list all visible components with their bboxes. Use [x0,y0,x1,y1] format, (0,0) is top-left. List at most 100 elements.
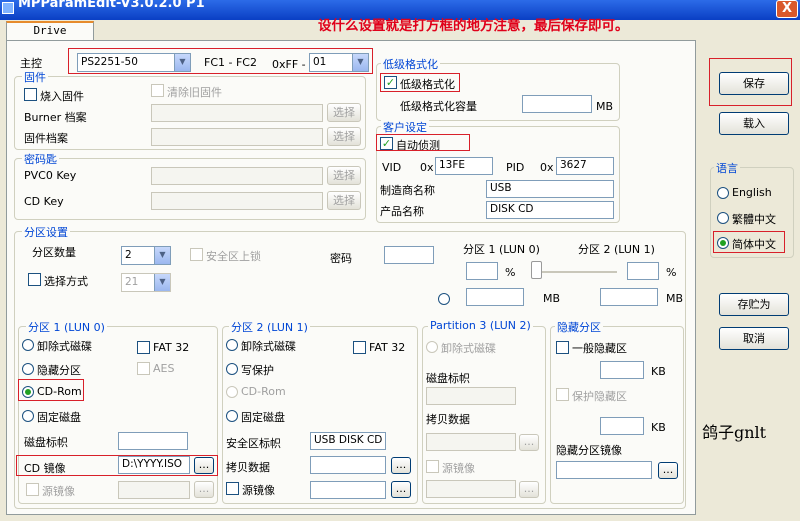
english-radio[interactable] [717,187,729,199]
p2-copy-label: 拷贝数据 [226,461,270,474]
p2-write-protect-label: 写保护 [241,364,274,377]
product-field[interactable]: DISK CD [486,201,614,219]
p1-removable-label: 卸除式磁碟 [37,340,92,353]
protect-hidden-size-field[interactable] [600,417,644,435]
firmware-file-label: 固件档案 [24,132,68,145]
lowformat-title: 低级格式化 [381,56,440,72]
traditional-chinese-radio[interactable] [717,212,729,224]
p2-security-field[interactable]: USB DISK CD [310,432,386,450]
p2-cdrom-radio[interactable] [226,386,238,398]
app-icon [2,2,14,14]
p2-fat32-checkbox[interactable] [353,341,366,354]
lowformat-capacity-field[interactable] [522,95,592,113]
firmware-select-button[interactable]: 选择 [327,127,361,146]
size-mb-radio[interactable] [438,293,450,305]
method-select[interactable]: 21 ▼ [121,273,171,292]
hidden-image-browse-button[interactable]: ... [658,462,678,479]
general-hidden-size-field[interactable] [600,361,644,379]
p3-source-browse-button[interactable]: ... [519,481,539,498]
hidden-image-field[interactable] [556,461,652,479]
highlight-cd-image [16,455,218,476]
select-method-checkbox[interactable] [28,273,41,286]
burner-file-label: Burner 档案 [24,111,87,124]
tab-drive-setting[interactable]: Drive Setting [6,21,94,53]
p1-removable-radio[interactable] [22,339,34,351]
p2-cdrom-label: CD-Rom [241,385,286,398]
pvc-key-field[interactable] [151,167,323,185]
lun0-mb-unit: MB [543,292,561,305]
cd-key-field[interactable] [151,192,323,210]
cd-select-button[interactable]: 选择 [327,191,361,210]
p2-source-browse-button[interactable]: ... [391,481,411,498]
p2-source-checkbox[interactable] [226,482,239,495]
highlight-lowformat [380,73,460,92]
manufacturer-field[interactable]: USB [486,180,614,198]
save-as-button[interactable]: 存贮为 [719,293,789,316]
p3-removable-radio[interactable] [426,341,438,353]
password-label: 密码 [330,252,352,265]
p2-copy-browse-button[interactable]: ... [391,457,411,474]
lun1-percent-field[interactable] [627,262,659,280]
p2-security-label: 安全区标帜 [226,437,281,450]
password-field[interactable] [384,246,434,264]
p1-hidden-radio[interactable] [22,363,34,375]
partition-slider-thumb[interactable] [531,261,542,279]
highlight-controller [68,48,373,74]
pid-prefix: 0x [540,161,554,174]
p1-source-browse-button[interactable]: ... [194,481,214,498]
load-button[interactable]: 载入 [719,112,789,135]
english-label: English [732,186,772,199]
burner-select-button[interactable]: 选择 [327,103,361,122]
p2-fixed-radio[interactable] [226,410,238,422]
partition2-title: 分区 2 (LUN 1) [229,319,310,335]
p2-copy-field[interactable] [310,456,386,474]
pid-field[interactable]: 3627 [556,157,614,175]
customer-title: 客户设定 [381,119,429,135]
p2-write-protect-radio[interactable] [226,363,238,375]
firmware-file-field[interactable] [151,128,323,146]
p3-copy-browse-button[interactable]: ... [519,434,539,451]
clear-firmware-label: 清除旧固件 [167,86,222,99]
p1-hidden-label: 隐藏分区 [37,364,81,377]
p1-fat32-label: FAT 32 [153,341,190,354]
protect-hidden-checkbox[interactable] [556,388,569,401]
highlight-language [713,231,785,253]
highlight-cdrom [18,379,84,401]
save-button[interactable]: 保存 [719,72,789,95]
partition-count-select[interactable]: 2 ▼ [121,246,171,265]
p1-fixed-radio[interactable] [22,410,34,422]
burner-file-field[interactable] [151,104,323,122]
lun1-mb-field[interactable] [600,288,658,306]
lun0-percent-field[interactable] [466,262,498,280]
clear-firmware-checkbox[interactable] [151,84,164,97]
method-value: 21 [125,276,139,288]
p3-volume-field[interactable] [426,387,516,405]
close-button[interactable]: X [776,0,798,18]
p3-source-checkbox[interactable] [426,460,439,473]
pvc-select-button[interactable]: 选择 [327,166,361,185]
p3-copy-field[interactable] [426,433,516,451]
cd-key-label: CD Key [24,195,64,208]
lun0-mb-field[interactable] [466,288,524,306]
p1-volume-field[interactable] [118,432,188,450]
p2-removable-radio[interactable] [226,339,238,351]
lock-checkbox[interactable] [190,248,203,261]
lock-label: 安全区上锁 [206,250,261,263]
p1-fat32-checkbox[interactable] [137,341,150,354]
general-hidden-checkbox[interactable] [556,341,569,354]
p1-source-field[interactable] [118,481,190,499]
partition-title: 分区设置 [22,224,70,240]
burn-firmware-checkbox[interactable] [24,88,37,101]
chevron-down-icon: ▼ [154,247,170,264]
lun1-header: 分区 2 (LUN 1) [578,243,655,256]
p1-aes-checkbox[interactable] [137,362,150,375]
p3-source-field[interactable] [426,480,516,498]
p2-source-field[interactable] [310,481,386,499]
p2-fixed-label: 固定磁盘 [241,411,285,424]
p1-source-checkbox[interactable] [26,483,39,496]
lun0-percent-unit: % [505,266,516,279]
p1-aes-label: AES [153,362,175,375]
general-hidden-unit: KB [651,365,666,378]
cancel-button[interactable]: 取消 [719,327,789,350]
vid-field[interactable]: 13FE [435,157,493,175]
